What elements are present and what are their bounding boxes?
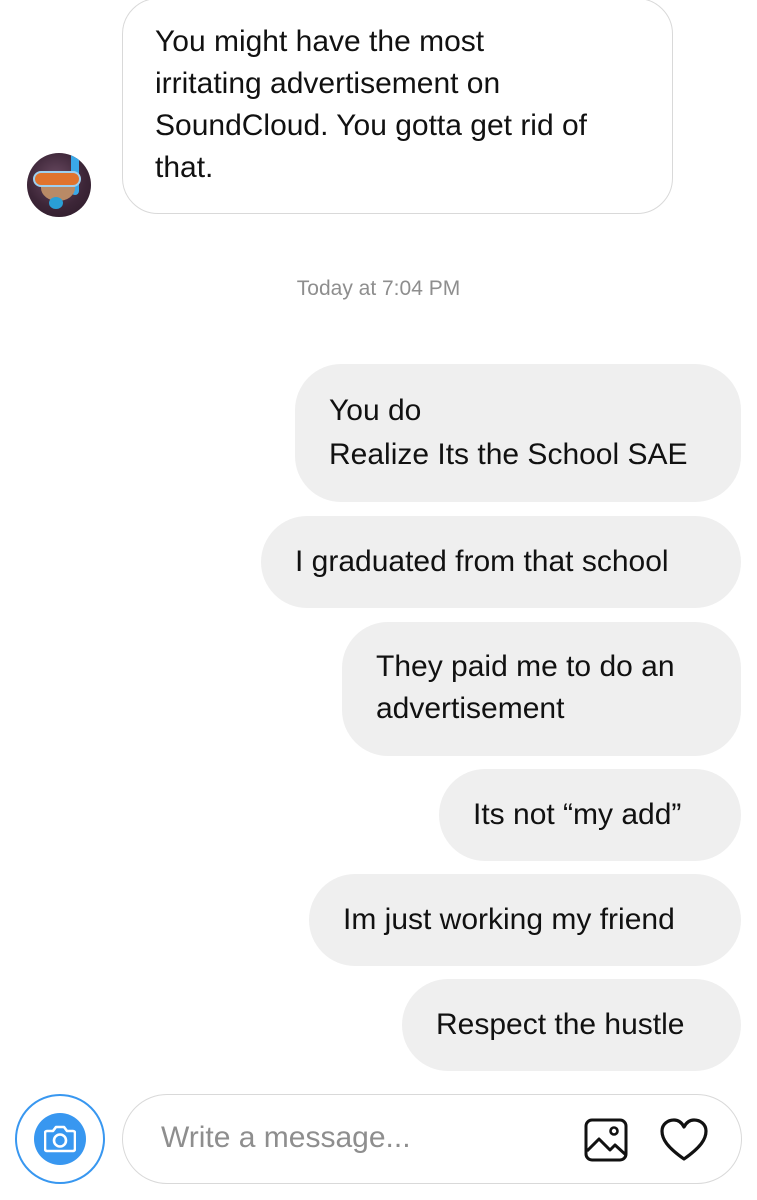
message-input[interactable]: Write a message... (122, 1094, 742, 1184)
image-icon[interactable] (583, 1117, 629, 1168)
outgoing-message-bubble[interactable]: Im just working my friend (309, 874, 741, 966)
outgoing-message-bubble[interactable]: They paid me to do an advertisement (342, 622, 741, 756)
outgoing-message-bubble[interactable]: Its not “my add” (439, 769, 741, 861)
incoming-message-bubble[interactable]: You might have the most irritating adver… (122, 0, 673, 214)
avatar-mouthpiece (49, 197, 63, 209)
message-timestamp: Today at 7:04 PM (296, 277, 461, 300)
camera-button[interactable] (15, 1094, 105, 1184)
avatar-mask (33, 171, 81, 187)
outgoing-message-bubble[interactable]: You do Realize Its the School SAE (295, 364, 741, 502)
sender-avatar[interactable] (27, 153, 91, 217)
outgoing-message-bubble[interactable]: I graduated from that school (261, 516, 741, 608)
message-input-placeholder: Write a message... (161, 1121, 411, 1154)
camera-icon (34, 1113, 86, 1165)
heart-icon[interactable] (659, 1117, 709, 1168)
outgoing-message-bubble[interactable]: Respect the hustle (402, 979, 741, 1071)
